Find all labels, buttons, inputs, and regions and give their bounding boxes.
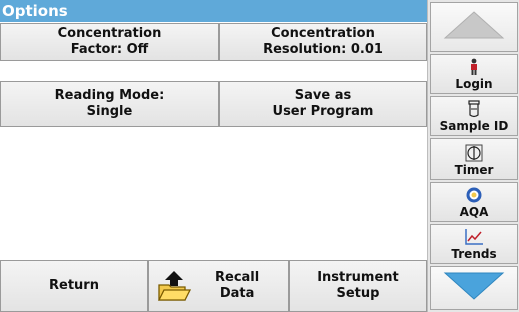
button-label-line: Instrument xyxy=(317,270,399,285)
person-icon xyxy=(468,58,480,76)
page-title: Options xyxy=(0,0,427,22)
button-label-line: Resolution: 0.01 xyxy=(263,42,383,57)
sidebar-item-label: AQA xyxy=(459,205,489,219)
button-label-line: Data xyxy=(219,286,255,301)
sidebar-item-label: Trends xyxy=(451,247,497,261)
recall-data-button[interactable]: Recall Data xyxy=(148,260,289,312)
sidebar-item-label: Timer xyxy=(454,163,494,177)
sidebar: Login Sample ID Timer AQA Trends xyxy=(427,0,519,312)
button-label-line: Reading Mode: xyxy=(54,88,165,103)
button-label-line: Save as xyxy=(294,88,352,103)
save-as-user-program-button[interactable]: Save as User Program xyxy=(219,81,427,127)
sidebar-item-label: Sample ID xyxy=(439,119,509,133)
vial-icon xyxy=(467,100,481,118)
aqa-icon xyxy=(465,186,483,204)
button-label-line: Setup xyxy=(336,286,380,301)
folder-upload-icon xyxy=(157,269,192,303)
reading-mode-button[interactable]: Reading Mode: Single xyxy=(0,81,219,127)
sidebar-item-sample-id[interactable]: Sample ID xyxy=(430,96,518,136)
triangle-up-icon xyxy=(443,10,505,44)
button-label-line: User Program xyxy=(272,104,374,119)
button-label-line: Recall xyxy=(215,270,260,285)
triangle-down-icon xyxy=(443,271,505,305)
instrument-setup-button[interactable]: Instrument Setup xyxy=(289,260,427,312)
return-button[interactable]: Return xyxy=(0,260,148,312)
timer-icon xyxy=(465,144,483,162)
button-label-line: Factor: Off xyxy=(70,42,149,57)
scroll-up-button[interactable] xyxy=(430,2,518,52)
concentration-resolution-button[interactable]: Concentration Resolution: 0.01 xyxy=(219,23,427,61)
sidebar-item-label: Login xyxy=(455,77,493,91)
button-label-line: Concentration xyxy=(271,26,375,41)
trends-icon xyxy=(464,228,484,246)
scroll-down-button[interactable] xyxy=(430,266,518,310)
sidebar-item-login[interactable]: Login xyxy=(430,54,518,94)
button-label-line: Single xyxy=(86,104,133,119)
concentration-factor-button[interactable]: Concentration Factor: Off xyxy=(0,23,219,61)
sidebar-item-aqa[interactable]: AQA xyxy=(430,182,518,222)
sidebar-item-trends[interactable]: Trends xyxy=(430,224,518,264)
sidebar-item-timer[interactable]: Timer xyxy=(430,138,518,180)
button-label-line: Concentration xyxy=(57,26,162,41)
return-label: Return xyxy=(49,278,99,293)
